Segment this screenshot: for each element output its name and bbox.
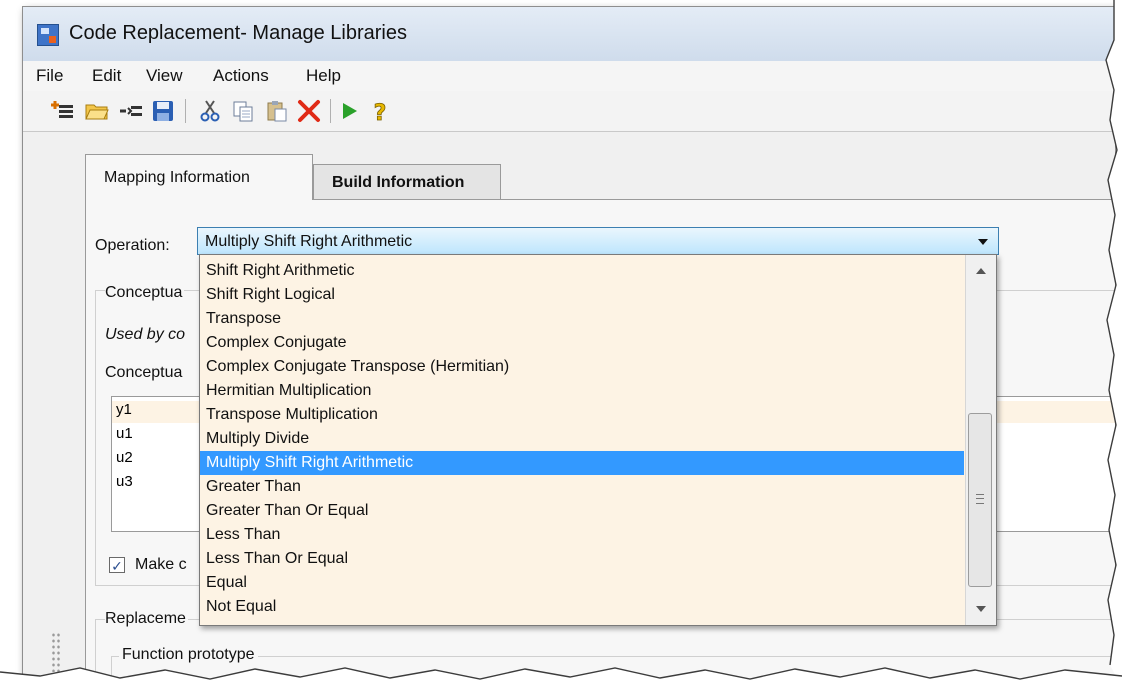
- open-folder-icon[interactable]: [85, 99, 109, 123]
- grip-icon: [976, 494, 984, 504]
- dropdown-option[interactable]: Complex Conjugate Transpose (Hermitian): [200, 355, 964, 379]
- chevron-down-icon[interactable]: [978, 239, 988, 245]
- menu-file[interactable]: File: [36, 66, 63, 86]
- menu-bar: File Edit View Actions Help: [23, 61, 1115, 91]
- dropdown-option-selected[interactable]: Multiply Shift Right Arithmetic: [200, 451, 964, 475]
- help-icon[interactable]: ?: [368, 99, 392, 123]
- operation-select[interactable]: Multiply Shift Right Arithmetic: [197, 227, 999, 255]
- window-title: Code Replacement- Manage Libraries: [69, 22, 407, 44]
- new-table-icon[interactable]: [51, 99, 75, 123]
- paste-icon[interactable]: [265, 99, 289, 123]
- svg-text:?: ?: [374, 101, 387, 123]
- function-prototype-group: [111, 656, 1115, 679]
- used-by-text: Used by co: [105, 326, 186, 343]
- make-checkbox-label: Make c: [135, 556, 187, 573]
- dropdown-scrollbar[interactable]: [965, 255, 996, 625]
- dropdown-option[interactable]: Complex Conjugate: [200, 331, 964, 355]
- replacement-group-label: Replaceme: [105, 610, 188, 628]
- app-icon: [37, 24, 59, 46]
- splitter-grip[interactable]: [51, 632, 61, 672]
- tab-mapping-information[interactable]: Mapping Information: [85, 154, 313, 200]
- conceptual-arguments-label: Conceptua: [105, 364, 183, 381]
- dropdown-option[interactable]: Greater Than: [200, 475, 964, 499]
- dropdown-option[interactable]: Hermitian Multiplication: [200, 379, 964, 403]
- menu-view[interactable]: View: [146, 66, 183, 86]
- dropdown-option[interactable]: Less Than: [200, 523, 964, 547]
- dropdown-option[interactable]: Transpose: [200, 307, 964, 331]
- dropdown-option[interactable]: Greater Than Or Equal: [200, 499, 964, 523]
- dropdown-option[interactable]: Equal: [200, 571, 964, 595]
- save-icon[interactable]: [151, 99, 175, 123]
- conceptual-group-label: Conceptua: [105, 284, 185, 302]
- toolbar: ?: [23, 91, 1115, 132]
- dropdown-option[interactable]: Multiply Divide: [200, 427, 964, 451]
- operation-selected-value: Multiply Shift Right Arithmetic: [205, 233, 413, 250]
- dropdown-option[interactable]: Shift Right Arithmetic: [200, 259, 964, 283]
- cut-icon[interactable]: [198, 99, 222, 123]
- scroll-down-arrow-icon[interactable]: [976, 606, 986, 612]
- dropdown-option[interactable]: Transpose Multiplication: [200, 403, 964, 427]
- dropdown-option[interactable]: Less Than Or Equal: [200, 547, 964, 571]
- delete-icon[interactable]: [297, 99, 321, 123]
- function-prototype-label: Function prototype: [119, 646, 258, 664]
- dropdown-option[interactable]: Shift Right Logical: [200, 283, 964, 307]
- manage-libraries-window: Code Replacement- Manage Libraries File …: [22, 6, 1116, 680]
- menu-edit[interactable]: Edit: [92, 66, 121, 86]
- tab-build-information[interactable]: Build Information: [313, 164, 501, 200]
- dropdown-option[interactable]: Not Equal: [200, 595, 964, 619]
- make-checkbox[interactable]: ✓: [109, 557, 125, 574]
- copy-icon[interactable]: [231, 99, 255, 123]
- new-entry-icon[interactable]: [119, 99, 143, 123]
- operation-label: Operation:: [95, 237, 170, 254]
- scroll-thumb[interactable]: [968, 413, 992, 587]
- operation-dropdown-list: Shift Right Arithmetic Shift Right Logic…: [199, 254, 997, 626]
- menu-actions[interactable]: Actions: [213, 66, 269, 86]
- scroll-up-arrow-icon[interactable]: [976, 268, 986, 274]
- title-bar: Code Replacement- Manage Libraries: [23, 7, 1115, 61]
- validate-icon[interactable]: [337, 99, 361, 123]
- menu-help[interactable]: Help: [306, 66, 341, 86]
